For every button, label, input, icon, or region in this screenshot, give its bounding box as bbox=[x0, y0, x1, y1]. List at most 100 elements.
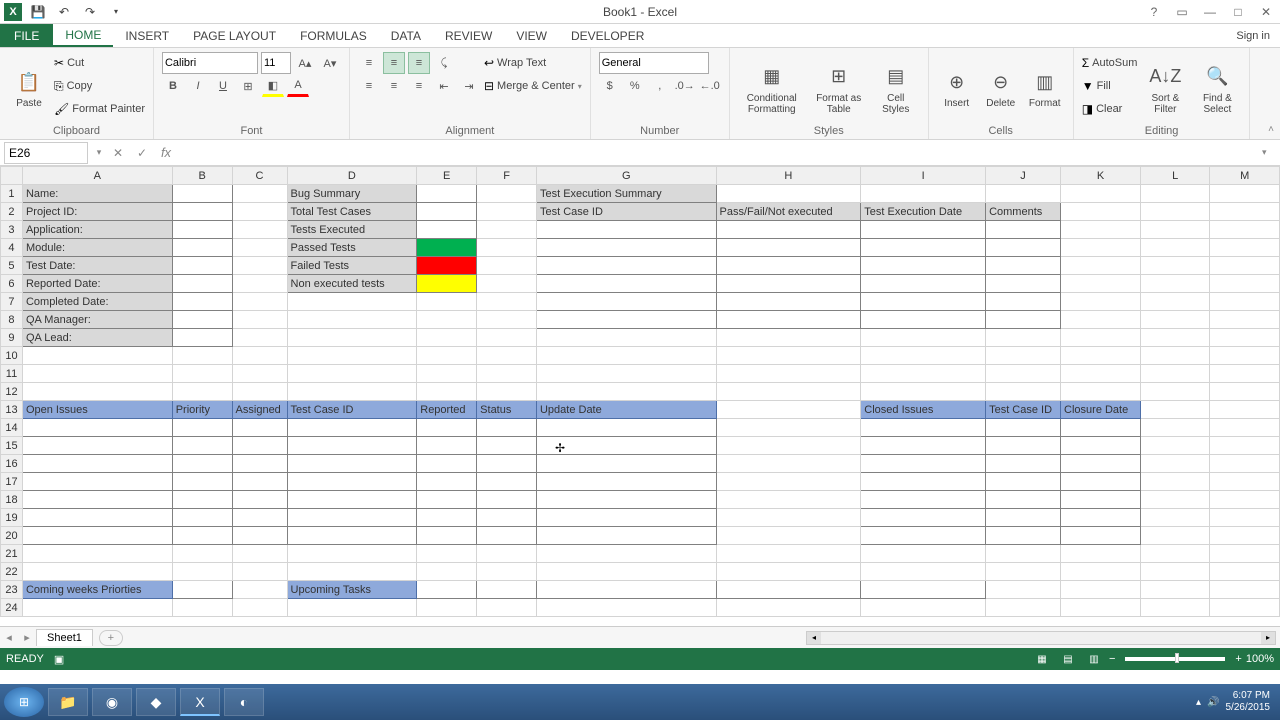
row-header-15[interactable]: 15 bbox=[1, 437, 23, 455]
scroll-right-icon[interactable]: ▸ bbox=[1261, 632, 1275, 644]
ribbon-display-icon[interactable]: ▭ bbox=[1168, 0, 1196, 24]
cell-M7[interactable] bbox=[1210, 293, 1280, 311]
cell-J24[interactable] bbox=[986, 599, 1061, 617]
cell-E3[interactable] bbox=[417, 221, 477, 239]
cell-L24[interactable] bbox=[1140, 599, 1209, 617]
cell-H10[interactable] bbox=[716, 347, 861, 365]
row-header-18[interactable]: 18 bbox=[1, 491, 23, 509]
cell-E11[interactable] bbox=[417, 365, 477, 383]
cell-C6[interactable] bbox=[232, 275, 287, 293]
view-normal-icon[interactable]: ▦ bbox=[1031, 651, 1053, 667]
row-header-6[interactable]: 6 bbox=[1, 275, 23, 293]
cell-D20[interactable] bbox=[287, 527, 417, 545]
cell-F17[interactable] bbox=[477, 473, 537, 491]
italic-button[interactable]: I bbox=[187, 75, 209, 97]
cell-I3[interactable] bbox=[861, 221, 986, 239]
cell-J6[interactable] bbox=[986, 275, 1061, 293]
cell-L9[interactable] bbox=[1140, 329, 1209, 347]
cell-G5[interactable] bbox=[536, 257, 716, 275]
cell-L13[interactable] bbox=[1140, 401, 1209, 419]
cell-I21[interactable] bbox=[861, 545, 986, 563]
cell-C4[interactable] bbox=[232, 239, 287, 257]
col-header-L[interactable]: L bbox=[1140, 167, 1209, 185]
cell-F1[interactable] bbox=[477, 185, 537, 203]
sheet-nav-next-icon[interactable]: ▸ bbox=[18, 631, 36, 644]
cell-J7[interactable] bbox=[986, 293, 1061, 311]
taskbar-chrome-icon[interactable]: ◉ bbox=[92, 688, 132, 716]
cell-D3[interactable]: Tests Executed bbox=[287, 221, 417, 239]
cell-A22[interactable] bbox=[22, 563, 172, 581]
cell-C20[interactable] bbox=[232, 527, 287, 545]
cell-G8[interactable] bbox=[536, 311, 716, 329]
tab-file[interactable]: FILE bbox=[0, 24, 53, 47]
cell-F12[interactable] bbox=[477, 383, 537, 401]
cell-B15[interactable] bbox=[172, 437, 232, 455]
cell-H16[interactable] bbox=[716, 455, 861, 473]
cell-G18[interactable] bbox=[536, 491, 716, 509]
cell-M17[interactable] bbox=[1210, 473, 1280, 491]
format-painter-button[interactable]: Format Painter bbox=[72, 103, 145, 115]
cell-K15[interactable] bbox=[1061, 437, 1141, 455]
cell-L19[interactable] bbox=[1140, 509, 1209, 527]
cell-G7[interactable] bbox=[536, 293, 716, 311]
row-header-24[interactable]: 24 bbox=[1, 599, 23, 617]
cell-H8[interactable] bbox=[716, 311, 861, 329]
col-header-H[interactable]: H bbox=[716, 167, 861, 185]
cell-M16[interactable] bbox=[1210, 455, 1280, 473]
decrease-indent-icon[interactable]: ⇤ bbox=[433, 75, 455, 97]
help-icon[interactable]: ? bbox=[1140, 0, 1168, 24]
cell-E2[interactable] bbox=[417, 203, 477, 221]
cell-H15[interactable] bbox=[716, 437, 861, 455]
cell-B16[interactable] bbox=[172, 455, 232, 473]
find-select-button[interactable]: 🔍Find & Select bbox=[1193, 52, 1241, 123]
cell-D9[interactable] bbox=[287, 329, 417, 347]
row-header-20[interactable]: 20 bbox=[1, 527, 23, 545]
row-header-13[interactable]: 13 bbox=[1, 401, 23, 419]
font-name-select[interactable] bbox=[162, 52, 258, 74]
cell-B8[interactable] bbox=[172, 311, 232, 329]
cell-B7[interactable] bbox=[172, 293, 232, 311]
cell-J14[interactable] bbox=[986, 419, 1061, 437]
cell-H11[interactable] bbox=[716, 365, 861, 383]
cell-F3[interactable] bbox=[477, 221, 537, 239]
cell-G23[interactable] bbox=[536, 581, 716, 599]
cell-I4[interactable] bbox=[861, 239, 986, 257]
autosum-button[interactable]: AutoSum bbox=[1092, 57, 1137, 69]
cell-B6[interactable] bbox=[172, 275, 232, 293]
cell-D10[interactable] bbox=[287, 347, 417, 365]
cell-J5[interactable] bbox=[986, 257, 1061, 275]
cell-K10[interactable] bbox=[1061, 347, 1141, 365]
cell-K4[interactable] bbox=[1061, 239, 1141, 257]
cell-B21[interactable] bbox=[172, 545, 232, 563]
row-header-12[interactable]: 12 bbox=[1, 383, 23, 401]
align-center-icon[interactable]: ≡ bbox=[383, 75, 405, 97]
cell-H20[interactable] bbox=[716, 527, 861, 545]
cell-B20[interactable] bbox=[172, 527, 232, 545]
increase-font-icon[interactable]: A▴ bbox=[294, 52, 316, 74]
cell-H9[interactable] bbox=[716, 329, 861, 347]
cell-M3[interactable] bbox=[1210, 221, 1280, 239]
qat-undo-icon[interactable]: ↶ bbox=[54, 2, 74, 22]
cell-A5[interactable]: Test Date: bbox=[22, 257, 172, 275]
cell-G16[interactable] bbox=[536, 455, 716, 473]
fx-icon[interactable]: fx bbox=[154, 142, 178, 164]
cell-C23[interactable] bbox=[232, 581, 287, 599]
cell-B14[interactable] bbox=[172, 419, 232, 437]
row-header-9[interactable]: 9 bbox=[1, 329, 23, 347]
cell-E4[interactable] bbox=[417, 239, 477, 257]
cell-E16[interactable] bbox=[417, 455, 477, 473]
cell-G14[interactable] bbox=[536, 419, 716, 437]
tab-insert[interactable]: INSERT bbox=[113, 24, 181, 47]
cell-K6[interactable] bbox=[1061, 275, 1141, 293]
cell-K3[interactable] bbox=[1061, 221, 1141, 239]
cell-C19[interactable] bbox=[232, 509, 287, 527]
cell-D21[interactable] bbox=[287, 545, 417, 563]
close-icon[interactable]: ✕ bbox=[1252, 0, 1280, 24]
row-header-22[interactable]: 22 bbox=[1, 563, 23, 581]
cell-J19[interactable] bbox=[986, 509, 1061, 527]
cell-F23[interactable] bbox=[477, 581, 537, 599]
cell-F22[interactable] bbox=[477, 563, 537, 581]
format-cells-button[interactable]: ▥Format bbox=[1025, 52, 1065, 123]
comma-icon[interactable]: , bbox=[649, 75, 671, 97]
row-header-21[interactable]: 21 bbox=[1, 545, 23, 563]
